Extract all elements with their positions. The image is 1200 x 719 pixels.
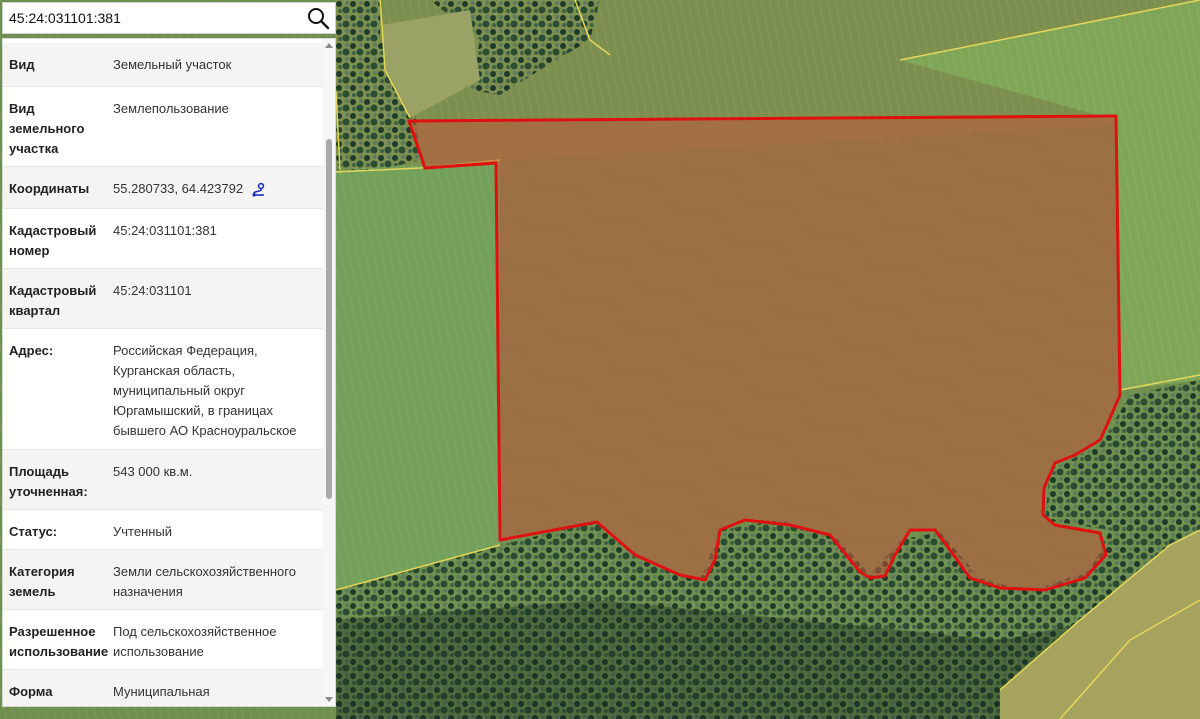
info-value: Земельный участок: [113, 57, 232, 72]
info-value: 543 000 кв.м.: [113, 464, 193, 479]
info-value: 45:24:031101:381: [113, 223, 217, 238]
info-label: Вид земельного участка: [9, 101, 85, 156]
info-row-ownership: Форма собственности Муниципальная: [3, 670, 325, 706]
info-label: Вид: [9, 57, 35, 72]
map-route-icon[interactable]: [251, 182, 267, 198]
search-button[interactable]: [301, 3, 335, 33]
search-icon: [308, 8, 330, 30]
info-label: Кадастровый номер: [9, 223, 97, 258]
info-row-cadastral-quarter: Кадастровый квартал 45:24:031101: [3, 269, 325, 329]
info-label: Статус:: [9, 524, 58, 539]
panel-scrollbar[interactable]: [323, 39, 335, 706]
info-label: Кадастровый квартал: [9, 283, 97, 318]
parcel-polygon[interactable]: [407, 114, 1122, 592]
info-value: Муниципальная: [113, 684, 210, 699]
info-value: Земли сельскохозяйственного назначения: [113, 564, 296, 599]
parcel-info-panel[interactable]: Вид Земельный участок Вид земельного уча…: [2, 38, 336, 707]
info-value: Под сельскохозяйственное использование: [113, 624, 277, 659]
info-row-land-type: Вид земельного участка Землепользование: [3, 87, 325, 167]
info-value: Землепользование: [113, 101, 229, 116]
info-label: Категория земель: [9, 564, 75, 599]
info-value: 45:24:031101: [113, 283, 192, 298]
info-label: Форма собственности: [9, 684, 106, 706]
info-label: Разрешенное использование: [9, 624, 109, 659]
info-value: 55.280733, 64.423792: [113, 179, 325, 200]
info-row-address: Адрес: Российская Федерация, Курганская …: [3, 329, 325, 450]
info-row-cadastral-number: Кадастровый номер 45:24:031101:381: [3, 209, 325, 269]
scroll-down-arrow-icon[interactable]: [325, 697, 333, 702]
info-row-permitted-use: Разрешенное использование Под сельскохоз…: [3, 610, 325, 670]
info-label: Площадь уточненная:: [9, 464, 88, 499]
scroll-thumb[interactable]: [326, 139, 332, 499]
info-value: Российская Федерация, Курганская область…: [113, 343, 297, 438]
search-bar: [2, 2, 336, 34]
info-value: Учтенный: [113, 524, 173, 539]
info-row-land-category: Категория земель Земли сельскохозяйствен…: [3, 550, 325, 610]
info-row-area: Площадь уточненная: 543 000 кв.м.: [3, 450, 325, 510]
search-input[interactable]: [3, 4, 301, 32]
info-row-coordinates: Координаты 55.280733, 64.423792: [3, 167, 325, 209]
scroll-up-arrow-icon[interactable]: [325, 43, 333, 48]
info-row-status: Статус: Учтенный: [3, 510, 325, 550]
info-label: Адрес:: [9, 343, 54, 358]
info-label: Координаты: [9, 181, 90, 196]
info-rows: Вид Земельный участок Вид земельного уча…: [3, 43, 325, 706]
coordinates-text: 55.280733, 64.423792: [113, 181, 244, 196]
info-row-type: Вид Земельный участок: [3, 43, 325, 87]
